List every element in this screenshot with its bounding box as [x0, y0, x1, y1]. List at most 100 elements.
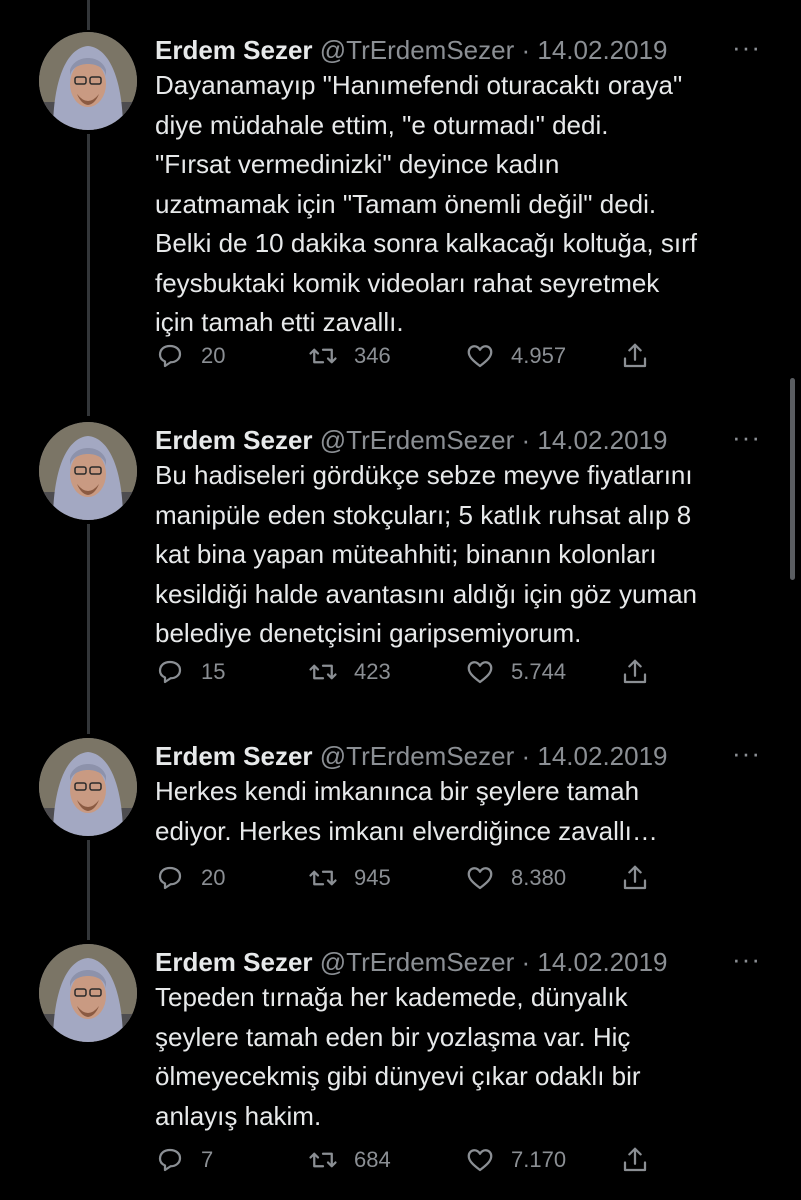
reply-button[interactable]: 15 — [155, 652, 225, 692]
like-icon — [467, 661, 493, 684]
reply-count: 20 — [201, 865, 226, 890]
tweet-header: Erdem Sezer @TrErdemSezer · 14.02.2019 — [155, 738, 668, 774]
thread-line — [87, 134, 90, 416]
retweet-icon — [309, 1152, 337, 1168]
reply-icon — [158, 866, 182, 890]
like-button[interactable]: 7.170 — [465, 1140, 566, 1180]
tweet-text-line: kat bina yapan müteahhiti; binanın kolon… — [155, 539, 657, 569]
reply-count: 15 — [201, 659, 226, 684]
user-handle[interactable]: @TrErdemSezer — [320, 425, 514, 455]
user-handle[interactable]: @TrErdemSezer — [320, 947, 514, 977]
share-icon — [623, 1147, 647, 1172]
like-icon — [467, 867, 493, 890]
display-name[interactable]: Erdem Sezer — [155, 35, 313, 65]
retweet-button[interactable]: 945 — [308, 858, 391, 898]
share-icon — [623, 865, 647, 890]
user-handle[interactable]: @TrErdemSezer — [320, 35, 514, 65]
avatar[interactable] — [39, 738, 137, 836]
share-button[interactable] — [620, 1140, 666, 1180]
separator: · — [521, 741, 531, 771]
display-name[interactable]: Erdem Sezer — [155, 947, 313, 977]
like-count: 5.744 — [511, 659, 567, 684]
profile-photo — [39, 32, 137, 130]
tweet-text-line: kesildiği halde avantasını aldığı için g… — [155, 578, 697, 609]
retweet-count: 684 — [354, 1147, 391, 1172]
retweet-icon — [309, 870, 337, 886]
more-options-icon[interactable]: ··· — [732, 422, 761, 452]
more-options-icon[interactable]: ··· — [732, 738, 761, 768]
share-icon — [623, 343, 647, 368]
more-options-icon[interactable]: ··· — [732, 944, 761, 974]
separator: · — [521, 425, 531, 455]
tweet-date[interactable]: 14.02.2019 — [537, 947, 667, 977]
tweet-header: Erdem Sezer @TrErdemSezer · 14.02.2019 — [155, 32, 668, 68]
tweet-header: Erdem Sezer @TrErdemSezer · 14.02.2019 — [155, 944, 668, 980]
thread-line — [87, 840, 90, 940]
tweet-actions: 20 346 4.957 — [155, 336, 675, 376]
avatar[interactable] — [39, 422, 137, 520]
profile-photo — [39, 422, 137, 520]
tweet-text-line: Herkes kendi imkanınca bir şeylere tamah — [155, 776, 640, 806]
tweet-text-line: şeylere tamah eden bir yozlaşma var. Hiç — [155, 1021, 631, 1052]
separator: · — [521, 947, 531, 977]
like-count: 8.380 — [511, 865, 567, 890]
reply-button[interactable]: 7 — [155, 1140, 213, 1180]
tweet-text-line: Bu hadiseleri gördükçe sebze meyve fiyat… — [155, 460, 693, 490]
thread-line — [87, 0, 90, 30]
retweet-button[interactable]: 346 — [308, 336, 391, 376]
like-button[interactable]: 4.957 — [465, 336, 566, 376]
tweet-text-line: feysbuktaki komik videoları rahat seyret… — [155, 267, 660, 298]
share-button[interactable] — [620, 858, 666, 898]
tweet-header: Erdem Sezer @TrErdemSezer · 14.02.2019 — [155, 422, 668, 458]
reply-button[interactable]: 20 — [155, 858, 225, 898]
like-button[interactable]: 8.380 — [465, 858, 566, 898]
like-icon — [467, 1149, 493, 1172]
retweet-icon — [309, 664, 337, 680]
tweet-date[interactable]: 14.02.2019 — [537, 35, 667, 65]
retweet-icon — [309, 348, 337, 364]
tweet-actions: 7 684 7.170 — [155, 1140, 675, 1180]
reply-icon — [158, 344, 182, 368]
retweet-count: 346 — [354, 343, 391, 368]
avatar[interactable] — [39, 32, 137, 130]
tweet-text-line: Tepeden tırnağa her kademede, dünyalık — [155, 982, 628, 1012]
tweet-date[interactable]: 14.02.2019 — [537, 425, 667, 455]
tweet-text-line: uzatmamak için "Tamam önemli değil" dedi… — [155, 188, 657, 219]
tweet-text-line: ediyor. Herkes imkanı elverdiğince zaval… — [155, 815, 658, 846]
profile-photo — [39, 738, 137, 836]
like-button[interactable]: 5.744 — [465, 652, 566, 692]
display-name[interactable]: Erdem Sezer — [155, 741, 313, 771]
tweet-text: Tepeden tırnağa her kademede, dünyalık ş… — [155, 978, 775, 1136]
tweet-text-line: anlayış hakim. — [155, 1100, 322, 1131]
separator: · — [521, 35, 531, 65]
more-options-icon[interactable]: ··· — [732, 32, 761, 62]
reply-count: 20 — [201, 343, 226, 368]
like-icon — [467, 345, 493, 368]
display-name[interactable]: Erdem Sezer — [155, 425, 313, 455]
reply-icon — [158, 1148, 182, 1172]
reply-count: 7 — [201, 1147, 214, 1172]
like-count: 4.957 — [511, 343, 567, 368]
thread-line — [87, 524, 90, 734]
tweet-date[interactable]: 14.02.2019 — [537, 741, 667, 771]
scrollbar[interactable] — [790, 378, 795, 580]
tweet-text: Herkes kendi imkanınca bir şeylere tamah… — [155, 772, 775, 851]
retweet-button[interactable]: 684 — [308, 1140, 391, 1180]
tweet-text-line: "Fırsat vermedinizki" deyince kadın — [155, 149, 560, 179]
tweet-text-line: Dayanamayıp "Hanımefendi oturacaktı oray… — [155, 70, 683, 100]
profile-photo — [39, 944, 137, 1042]
tweet-text-line: Belki de 10 dakika sonra kalkacağı koltu… — [155, 228, 697, 258]
share-button[interactable] — [620, 652, 666, 692]
share-button[interactable] — [620, 336, 666, 376]
reply-button[interactable]: 20 — [155, 336, 225, 376]
avatar[interactable] — [39, 944, 137, 1042]
like-count: 7.170 — [511, 1147, 567, 1172]
tweet-text-line: manipüle eden stokçuları; 5 katlık ruhsa… — [155, 499, 692, 530]
tweet-text-line: ölmeyecekmiş gibi dünyevi çıkar odaklı b… — [155, 1061, 641, 1091]
share-icon — [623, 659, 647, 684]
retweet-button[interactable]: 423 — [308, 652, 391, 692]
tweet-text: Dayanamayıp "Hanımefendi oturacaktı oray… — [155, 66, 775, 343]
user-handle[interactable]: @TrErdemSezer — [320, 741, 514, 771]
tweet-text-line: diye müdahale ettim, "e oturmadı" dedi. — [155, 109, 609, 140]
tweet-text-line: belediye denetçisini garipsemiyorum. — [155, 618, 582, 648]
